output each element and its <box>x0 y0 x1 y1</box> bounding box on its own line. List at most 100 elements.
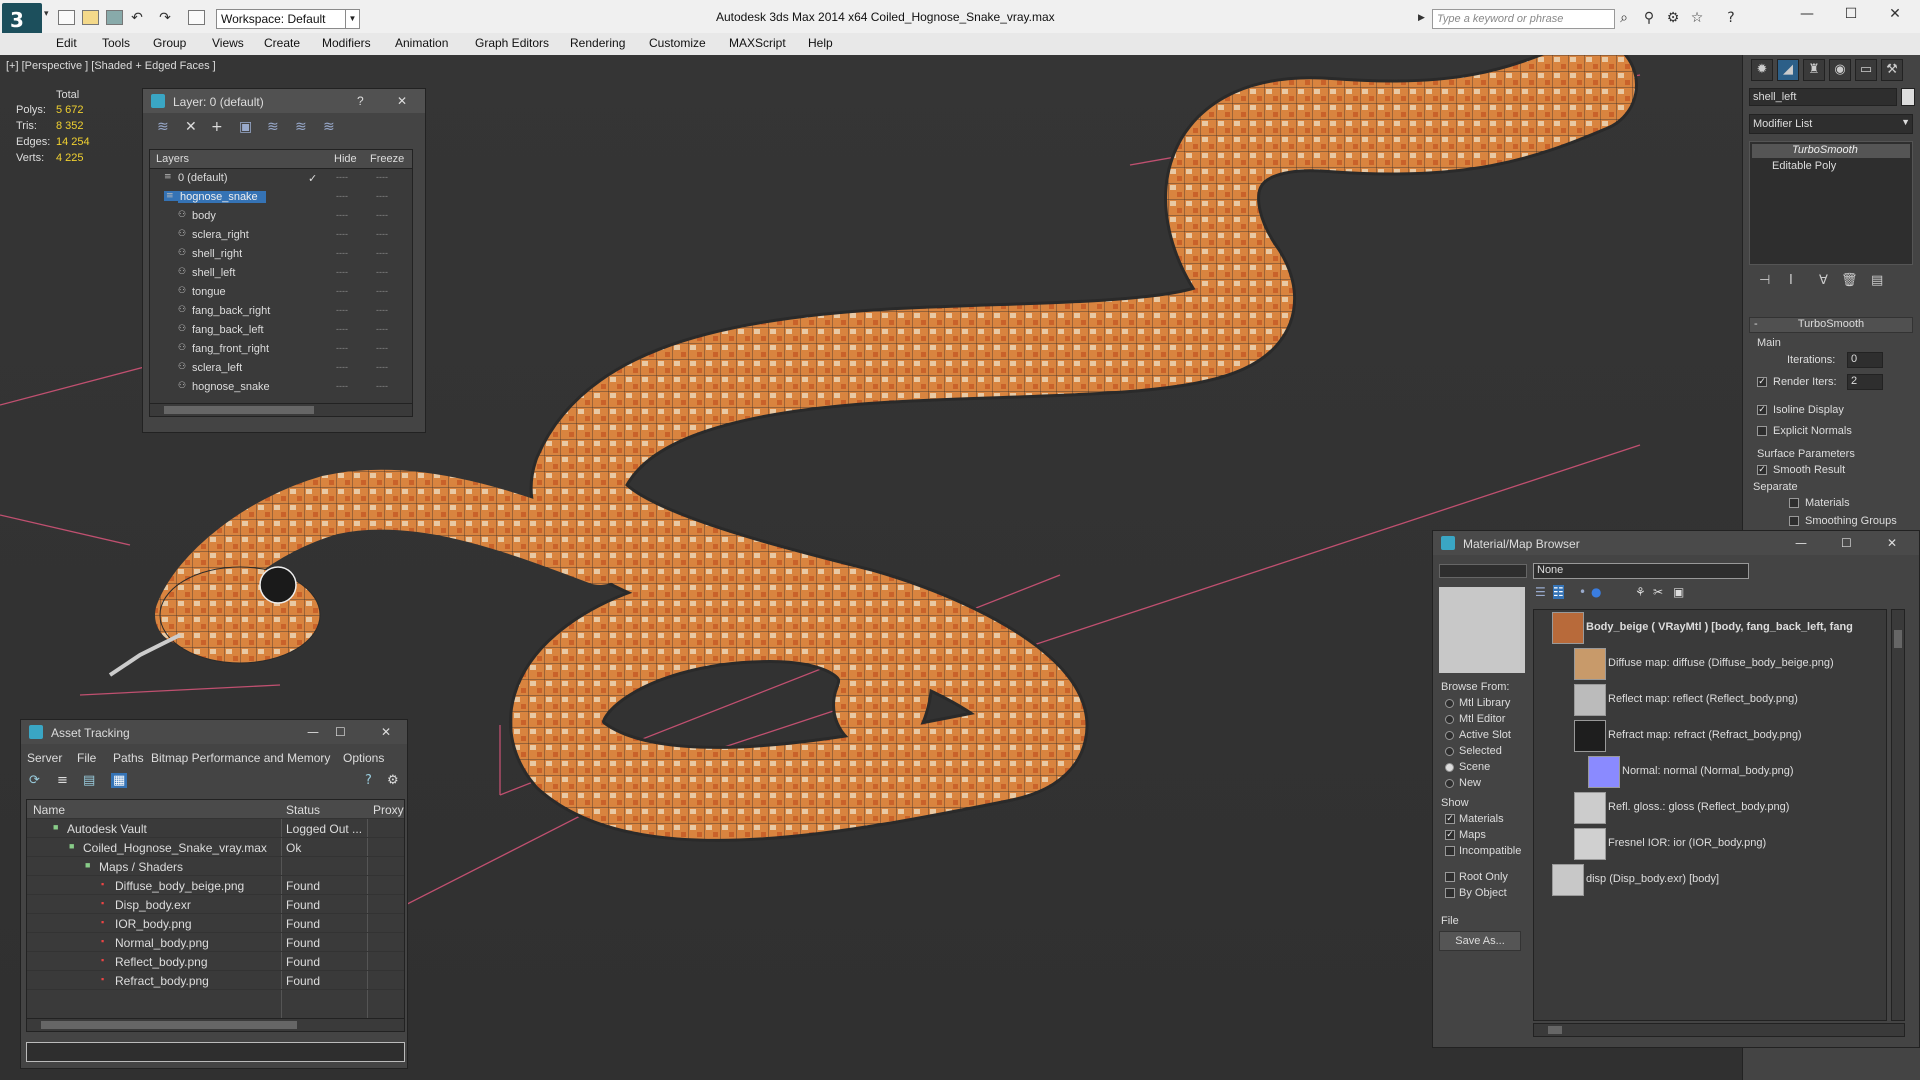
minimize-icon[interactable]: — <box>307 725 319 739</box>
layer-row[interactable]: ⚇ body ---- ---- <box>150 207 412 226</box>
maximize-icon[interactable]: ☐ <box>1836 6 1866 26</box>
browse-from-radio[interactable] <box>1445 763 1454 772</box>
remove-modifier-icon[interactable]: 🗑 <box>1841 273 1858 288</box>
hide-toggle[interactable]: ---- <box>336 267 348 277</box>
hide-toggle[interactable]: ---- <box>336 229 348 239</box>
asset-row[interactable]: ■ Autodesk Vault Logged Out ... <box>27 819 404 838</box>
map-row[interactable]: Normal: normal (Normal_body.png) <box>1534 754 1886 790</box>
settings-icon[interactable]: ⚙ <box>387 773 399 788</box>
hide-toggle[interactable]: ---- <box>336 324 348 334</box>
layer-row[interactable]: ⚇ sclera_right ---- ---- <box>150 226 412 245</box>
menu-animation[interactable]: Animation <box>395 36 448 50</box>
layer-hscrollbar[interactable] <box>149 403 413 417</box>
list-view-icon[interactable]: ☰ <box>1535 585 1546 599</box>
map-row[interactable]: Fresnel IOR: ior (IOR_body.png) <box>1534 826 1886 862</box>
favorites-star-icon[interactable]: ☆ <box>1688 10 1706 27</box>
material-search-input[interactable]: None <box>1533 563 1749 579</box>
layer-row[interactable]: ≡ 0 (default) ✓ ---- ---- <box>150 169 412 188</box>
mat-panel-titlebar[interactable]: Material/Map Browser — ☐ ✕ <box>1433 531 1919 555</box>
tree-view-icon[interactable]: ☷ <box>1553 585 1564 599</box>
layer-panel-titlebar[interactable]: Layer: 0 (default) ? ✕ <box>143 89 425 113</box>
smooth-result-checkbox[interactable]: ✓ <box>1757 465 1767 475</box>
hide-all-icon[interactable]: ≋ <box>295 119 307 135</box>
map-row[interactable]: Refl. gloss.: gloss (Reflect_body.png) <box>1534 790 1886 826</box>
render-iters-checkbox[interactable]: ✓ <box>1757 377 1767 387</box>
freeze-toggle[interactable]: ---- <box>376 381 388 391</box>
pin-stack-icon[interactable]: ⊣ <box>1759 273 1770 288</box>
map-row[interactable]: Reflect map: reflect (Reflect_body.png) <box>1534 682 1886 718</box>
map-row[interactable]: disp (Disp_body.exr) [body] <box>1534 862 1886 898</box>
freeze-toggle[interactable]: ---- <box>376 191 388 201</box>
freeze-toggle[interactable]: ---- <box>376 210 388 220</box>
save-as-button[interactable]: Save As... <box>1439 931 1521 951</box>
menu-maxscript[interactable]: MAXScript <box>729 36 786 50</box>
asset-row[interactable]: ▪ Diffuse_body_beige.png Found <box>27 876 404 895</box>
sphere-icon[interactable]: ● <box>1591 585 1601 599</box>
layer-row[interactable]: ⚇ hognose_snake ---- ---- <box>150 378 412 397</box>
maximize-icon[interactable]: ☐ <box>335 725 346 739</box>
render-iters-spinner[interactable]: 2 <box>1847 374 1883 390</box>
browse-from-radio[interactable] <box>1445 731 1454 740</box>
maximize-icon[interactable]: ☐ <box>1841 536 1852 550</box>
minimize-icon[interactable]: — <box>1795 536 1807 550</box>
layer-row[interactable]: ⚇ fang_back_left ---- ---- <box>150 321 412 340</box>
project-folder-icon[interactable] <box>188 10 205 25</box>
dot-icon[interactable]: • <box>1579 585 1586 599</box>
mat-vscrollbar[interactable] <box>1891 609 1905 1021</box>
mat-hscrollbar[interactable] <box>1533 1023 1905 1037</box>
close-icon[interactable]: ✕ <box>1887 536 1897 550</box>
hide-toggle[interactable]: ---- <box>336 362 348 372</box>
col-status[interactable]: Status <box>286 803 320 817</box>
asset-menu-paths[interactable]: Paths <box>113 751 144 765</box>
asset-menu-options[interactable]: Options <box>343 751 384 765</box>
chevron-down-icon[interactable]: ▼ <box>345 9 359 29</box>
current-layer-check-icon[interactable]: ✓ <box>308 172 317 185</box>
asset-menu-server[interactable]: Server <box>27 751 62 765</box>
make-unique-icon[interactable]: ∀ <box>1819 273 1828 288</box>
workspace-dropdown[interactable]: Workspace: Default <box>216 9 360 29</box>
scroll-thumb[interactable] <box>164 406 314 414</box>
delete-layer-icon[interactable]: ✕ <box>185 119 197 135</box>
utilities-tab-icon[interactable]: ⚒ <box>1881 59 1903 81</box>
menu-group[interactable]: Group <box>153 36 186 50</box>
preview-name-field[interactable] <box>1439 564 1527 578</box>
hide-toggle[interactable]: ---- <box>336 381 348 391</box>
binoculars-icon[interactable]: ⌕ <box>1615 10 1633 27</box>
show-checkbox[interactable] <box>1445 846 1455 856</box>
freeze-toggle[interactable]: ---- <box>376 343 388 353</box>
freeze-toggle[interactable]: ---- <box>376 305 388 315</box>
help-icon[interactable]: ? <box>365 773 372 788</box>
hierarchy-tab-icon[interactable]: ♜ <box>1803 59 1825 81</box>
search-input[interactable]: Type a keyword or phrase <box>1432 9 1615 29</box>
object-name-field[interactable]: shell_left <box>1749 88 1897 106</box>
hide-toggle[interactable]: ---- <box>336 248 348 258</box>
redo-icon[interactable]: ↷ <box>156 10 174 27</box>
freeze-toggle[interactable]: ---- <box>376 286 388 296</box>
remove-icon[interactable]: ✂ <box>1653 585 1663 599</box>
menu-rendering[interactable]: Rendering <box>570 36 625 50</box>
menu-tools[interactable]: Tools <box>102 36 130 50</box>
smoothing-groups-checkbox[interactable] <box>1789 516 1799 526</box>
browse-from-radio[interactable] <box>1445 779 1454 788</box>
menu-create[interactable]: Create <box>264 36 300 50</box>
explicit-normals-checkbox[interactable] <box>1757 426 1767 436</box>
asset-row[interactable]: ▪ Reflect_body.png Found <box>27 952 404 971</box>
layer-row[interactable]: ⚇ fang_back_right ---- ---- <box>150 302 412 321</box>
map-row[interactable]: Diffuse map: diffuse (Diffuse_body_beige… <box>1534 646 1886 682</box>
scroll-thumb[interactable] <box>1548 1026 1562 1034</box>
help-button[interactable]: ? <box>357 94 364 108</box>
root-only-checkbox[interactable] <box>1445 872 1455 882</box>
hide-toggle[interactable]: ---- <box>336 172 348 182</box>
hide-toggle[interactable]: ---- <box>336 191 348 201</box>
browse-from-radio[interactable] <box>1445 715 1454 724</box>
create-layer-icon[interactable]: ≋ <box>157 119 169 135</box>
asset-row[interactable]: ■ Coiled_Hognose_Snake_vray.max Ok <box>27 838 404 857</box>
freeze-toggle[interactable]: ---- <box>376 172 388 182</box>
layer-row[interactable]: ⚇ shell_left ---- ---- <box>150 264 412 283</box>
close-icon[interactable]: ✕ <box>381 725 391 739</box>
freeze-toggle[interactable]: ---- <box>376 362 388 372</box>
isoline-checkbox[interactable]: ✓ <box>1757 405 1767 415</box>
menu-graph-editors[interactable]: Graph Editors <box>475 36 549 50</box>
stack-item-editable-poly[interactable]: Editable Poly <box>1752 160 1910 174</box>
list-view-icon[interactable]: ≡ <box>57 773 68 788</box>
